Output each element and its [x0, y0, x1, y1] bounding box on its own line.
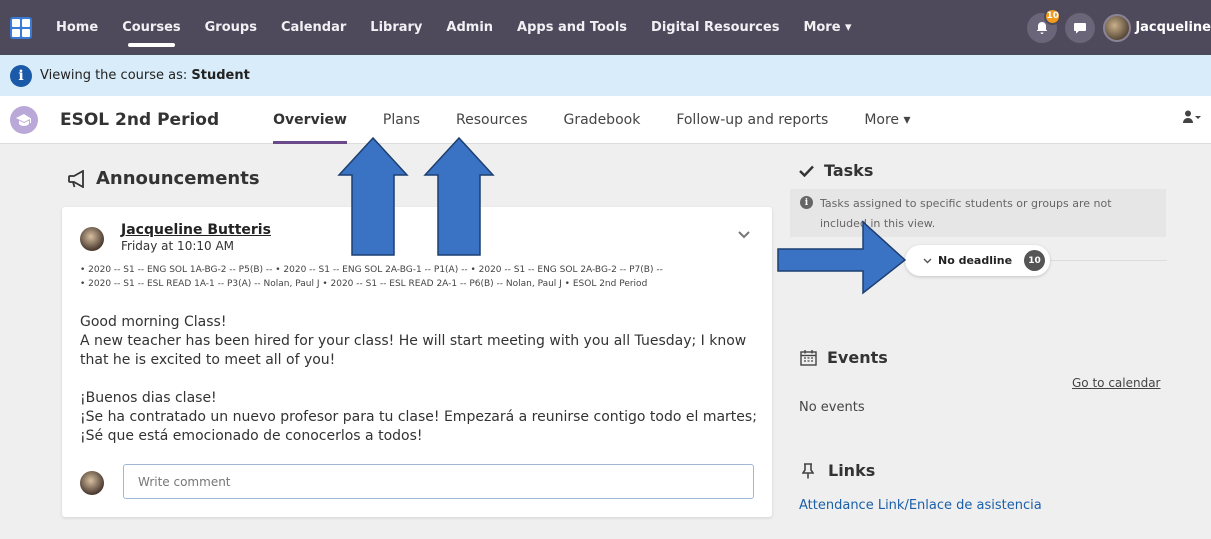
top-navigation-bar: Home Courses Groups Calendar Library Adm… [0, 0, 1211, 55]
user-menu-button[interactable]: Jacqueline [1103, 13, 1211, 42]
no-deadline-toggle[interactable]: No deadline 10 [905, 245, 1050, 276]
post-timestamp: Friday at 10:10 AM [121, 239, 235, 253]
tasks-heading-label: Tasks [824, 161, 874, 180]
comment-input[interactable] [123, 464, 754, 499]
tasks-info-note: i Tasks assigned to specific students or… [790, 189, 1166, 237]
tab-gradebook[interactable]: Gradebook [564, 96, 641, 144]
tasks-heading: Tasks [799, 161, 873, 180]
deadline-label: No deadline [938, 254, 1013, 267]
nav-library[interactable]: Library [358, 0, 434, 55]
nav-calendar[interactable]: Calendar [269, 0, 358, 55]
nav-courses[interactable]: Courses [110, 0, 192, 55]
post-text-line: A new teacher has been hired for your cl… [80, 333, 747, 368]
no-events-text: No events [799, 400, 865, 415]
chevron-down-icon [923, 258, 932, 263]
tab-overview[interactable]: Overview [273, 96, 347, 144]
calendar-icon [800, 350, 817, 366]
commenter-avatar [80, 471, 104, 495]
announcements-heading: Announcements [68, 168, 260, 189]
user-avatar [1103, 13, 1132, 42]
author-avatar [80, 227, 104, 251]
announcements-heading-label: Announcements [96, 168, 260, 189]
post-audience-groups: • 2020 -- S1 -- ENG SOL 1A-BG-2 -- P5(B)… [80, 263, 760, 291]
go-to-calendar-link[interactable]: Go to calendar [1072, 376, 1161, 390]
banner-prefix: Viewing the course as: [40, 68, 188, 83]
events-heading: Events [800, 348, 888, 367]
nav-more-menu[interactable]: More ▾ [791, 0, 863, 55]
tab-resources[interactable]: Resources [456, 96, 528, 144]
tab-more[interactable]: More ▾ [864, 96, 910, 144]
chevron-down-icon[interactable] [738, 227, 750, 243]
notification-count-badge: 10 [1044, 7, 1062, 25]
info-icon: i [800, 196, 813, 209]
user-name: Jacqueline [1135, 20, 1211, 35]
groups-line: • 2020 -- S1 -- ENG SOL 1A-BG-2 -- P5(B)… [80, 265, 663, 275]
tab-plans[interactable]: Plans [383, 96, 420, 144]
post-body: Good morning Class! A new teacher has be… [80, 313, 770, 465]
chat-bubble-icon [1074, 22, 1087, 33]
person-dropdown-icon [1183, 110, 1201, 123]
course-user-menu-button[interactable] [1183, 110, 1201, 128]
nav-admin[interactable]: Admin [434, 0, 505, 55]
links-heading-label: Links [828, 461, 876, 480]
app-logo-icon[interactable] [10, 16, 32, 39]
course-header: ESOL 2nd Period Overview Plans Resources… [0, 96, 1211, 144]
post-text-line: Good morning Class! [80, 314, 227, 330]
messages-button[interactable] [1065, 12, 1096, 43]
info-icon: i [10, 64, 32, 87]
nav-right-group: 10 Jacqueline [1027, 0, 1211, 55]
banner-role: Student [191, 68, 250, 83]
announcement-card: Jacqueline Butteris Friday at 10:10 AM •… [62, 207, 772, 517]
tab-follow-up-and-reports[interactable]: Follow-up and reports [676, 96, 828, 144]
nav-home[interactable]: Home [44, 0, 110, 55]
megaphone-icon [68, 169, 84, 188]
attendance-link[interactable]: Attendance Link/Enlace de asistencia [799, 498, 1042, 513]
groups-line: • 2020 -- S1 -- ESL READ 1A-1 -- P3(A) -… [80, 279, 648, 289]
post-text-line: ¡Se ha contratado un nuevo profesor para… [80, 409, 757, 444]
notifications-button[interactable]: 10 [1027, 7, 1062, 43]
nav-apps-and-tools[interactable]: Apps and Tools [505, 0, 639, 55]
checkmark-icon [799, 165, 814, 177]
links-heading: Links [802, 461, 875, 480]
tasks-note-text: Tasks assigned to specific students or g… [820, 197, 1112, 230]
post-text-line: ¡Buenos dias clase! [80, 390, 217, 406]
nav-digital-resources[interactable]: Digital Resources [639, 0, 791, 55]
post-author-link[interactable]: Jacqueline Butteris [121, 222, 271, 238]
student-view-banner: i Viewing the course as: Student [0, 55, 1211, 96]
graduation-cap-icon [10, 105, 38, 134]
nav-groups[interactable]: Groups [193, 0, 269, 55]
task-count-badge: 10 [1024, 250, 1046, 271]
post-paragraph: Good morning Class! A new teacher has be… [80, 313, 770, 370]
post-paragraph: ¡Buenos dias clase! ¡Se ha contratado un… [80, 389, 770, 446]
course-title[interactable]: ESOL 2nd Period [60, 110, 219, 130]
events-heading-label: Events [827, 348, 888, 367]
pushpin-icon [802, 462, 814, 478]
